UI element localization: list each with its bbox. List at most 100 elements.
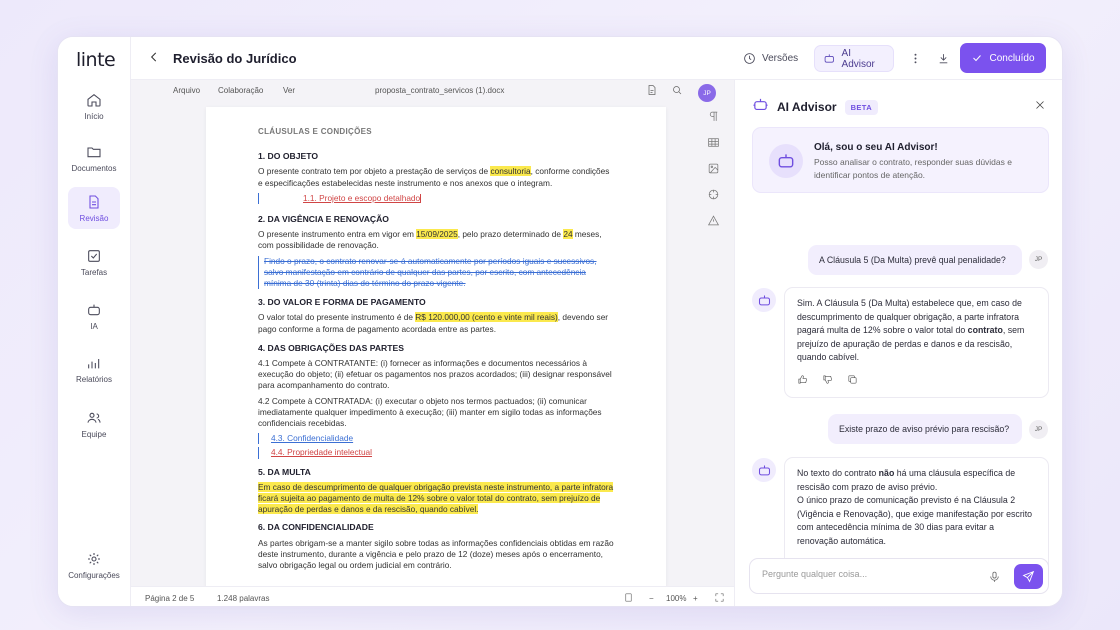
clause-title: 5. DA MULTA [258,466,311,477]
zoom-level: 100% [666,594,687,603]
highlight: Em caso de descumprimento de qualquer ob… [258,481,614,515]
thumbs-up-icon[interactable] [797,374,808,385]
text: O presente instrumento entra em vigor em [258,229,417,240]
bot-avatar [752,458,776,482]
message-actions [797,374,858,385]
image-button[interactable] [707,162,721,176]
warning-button[interactable] [707,214,721,228]
chart-icon [88,358,100,368]
document-page[interactable]: CLÁUSULAS E CONDIÇÕES 1. DO OBJETO O pre… [206,107,666,587]
clause-text: 4.1 Compete à CONTRATANTE: (i) fornecer … [258,358,612,391]
pilcrow-icon [709,111,718,121]
rail-item-documentos[interactable]: Documentos [68,137,120,179]
rail-label: Relatórios [75,374,112,384]
gear-icon [88,552,100,565]
beta-badge: BETA [844,99,879,115]
bot-avatar [752,288,776,312]
compass-button[interactable] [707,188,721,202]
rail-label: Tarefas [80,267,108,277]
back-button[interactable] [147,50,161,64]
copy-icon[interactable] [847,374,858,385]
send-icon [1022,570,1035,583]
clause-title: 1. DO OBJETO [258,151,319,162]
chat-input[interactable] [762,569,962,579]
left-rail: linte Início Documentos Revisão Tarefas … [58,37,131,606]
advisor-header: AI Advisor BETA [752,96,879,118]
rail-item-ia[interactable]: IA [68,295,120,337]
send-button[interactable] [1014,564,1043,589]
insert-link[interactable]: 4.4. Propriedade intelectual [271,447,372,457]
word-count: 1.248 palavras [217,594,270,603]
rail-item-inicio[interactable]: Início [68,85,120,127]
text: O presente contrato tem por objeto a pre… [258,166,491,177]
clause-title: 2. DA VIGÊNCIA E RENOVAÇÃO [258,214,389,225]
rail-item-tarefas[interactable]: Tarefas [68,241,120,283]
close-icon [1036,101,1044,109]
highlight: R$ 120.000,00 (cento e vinte mil reais) [415,312,558,323]
file-info-button[interactable] [646,84,658,96]
users-icon [87,412,101,423]
zoom-in-button[interactable]: + [693,594,698,603]
fit-page-button[interactable] [623,592,634,605]
checkbox-icon [88,249,100,262]
download-button[interactable] [929,45,958,72]
ai-advisor-button[interactable]: AI Advisor [814,45,894,72]
insert-link[interactable]: 4.3. Confidencialidade [271,433,353,443]
rail-item-equipe[interactable]: Equipe [68,403,120,445]
close-button[interactable] [1034,98,1046,110]
ai-advisor-panel: AI Advisor BETA Olá, sou o seu AI Adviso… [734,80,1062,606]
rail-item-configuracoes[interactable]: Configurações [64,544,124,586]
thumbs-down-icon[interactable] [822,374,833,385]
welcome-title: Olá, sou o seu AI Advisor! [814,142,938,153]
menu-ver[interactable]: Ver [283,86,295,95]
side-toolbar [707,110,725,240]
user-message: Existe prazo de aviso prévio para rescis… [828,414,1022,444]
welcome-card: Olá, sou o seu AI Advisor! Posso analisa… [752,127,1049,193]
user-message: A Cláusula 5 (Da Multa) prevê qual penal… [808,245,1022,275]
text: O único prazo de comunicação previsto é … [797,495,1033,546]
download-icon [939,54,948,64]
rail-item-revisao[interactable]: Revisão [68,187,120,229]
home-icon [87,93,101,107]
search-button[interactable] [671,84,683,96]
tracked-insertion: 4.3. Confidencialidade [258,433,615,445]
chevron-left-icon [150,52,157,62]
image-icon [708,163,719,174]
done-label: Concluído [989,52,1035,64]
bot-icon [824,54,834,63]
search-icon [673,86,682,95]
compass-icon [708,189,719,200]
fullscreen-button[interactable] [714,592,725,605]
page-icon [625,593,632,602]
assistant-message: Sim. A Cláusula 5 (Da Multa) estabelece … [784,287,1049,398]
versions-button[interactable]: Versões [735,45,806,72]
bot-icon [752,96,769,118]
menu-colaboracao[interactable]: Colaboração [218,86,263,95]
rail-item-relatorios[interactable]: Relatórios [68,348,120,390]
done-button[interactable]: Concluído [960,43,1046,73]
app-logo: linte [76,49,116,71]
more-vertical-icon [914,53,917,64]
clock-icon [744,53,755,64]
file-icon [648,85,656,95]
avatar[interactable]: JP [698,84,716,102]
bot-icon [769,144,803,178]
highlight: 24 [563,229,573,240]
highlight: consultoria [490,166,531,177]
paragraph-button[interactable] [707,110,721,124]
warning-icon [707,215,720,226]
mic-button[interactable] [988,570,1001,584]
app-window: linte Início Documentos Revisão Tarefas … [57,36,1063,607]
rail-label: Início [84,111,104,121]
zoom-out-button[interactable]: − [649,594,654,603]
rail-label: Configurações [68,570,120,580]
page-title: Revisão do Jurídico [173,51,297,66]
table-button[interactable] [707,136,721,150]
user-avatar: JP [1029,420,1048,439]
insert-link[interactable]: 1.1. Projeto e escopo detalhado [303,193,420,203]
clause-title: 6. DA CONFIDENCIALIDADE [258,522,374,533]
more-options-button[interactable] [901,45,930,72]
rail-label: Documentos [71,163,117,173]
menu-arquivo[interactable]: Arquivo [173,86,200,95]
page-indicator: Página 2 de 5 [145,594,195,603]
